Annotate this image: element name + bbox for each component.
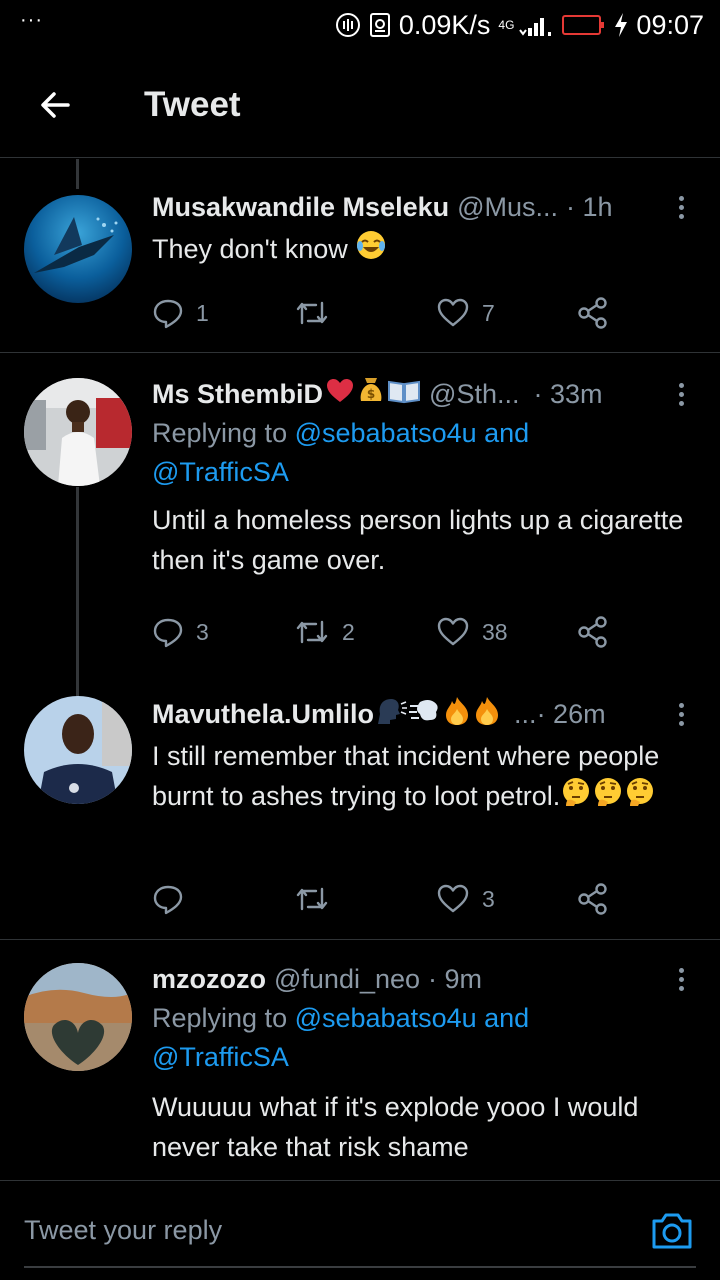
signal-icon <box>518 12 554 38</box>
reply-icon <box>153 299 183 329</box>
like-count: 38 <box>482 618 508 645</box>
reply-compose-bar: Tweet your reply <box>0 1180 720 1280</box>
dashing-away-icon <box>408 696 442 733</box>
retweet-button[interactable] <box>294 883 342 915</box>
author-handle: @Sth... <box>429 378 520 409</box>
avatar[interactable] <box>24 195 132 303</box>
charging-icon <box>614 12 628 38</box>
gesture-bar <box>24 1266 696 1268</box>
author-handle: @Mus... <box>457 191 559 222</box>
like-button[interactable]: 38 <box>436 616 508 648</box>
replying-to: Replying to @sebabatso4u and @TrafficSA <box>152 999 696 1077</box>
reply-icon <box>153 885 183 915</box>
face-with-tears-of-joy-icon <box>355 229 387 272</box>
mention-and: and <box>476 418 530 448</box>
mention-link[interactable]: @sebabatso4u <box>295 1003 477 1033</box>
more-options-button[interactable] <box>666 963 696 995</box>
share-icon <box>578 297 607 329</box>
red-heart-icon <box>325 376 355 413</box>
notification-dots: ··· <box>20 8 43 31</box>
tweet-time: · 9m <box>428 963 483 994</box>
avatar[interactable] <box>24 378 132 486</box>
reply-button[interactable]: 1 <box>152 297 209 329</box>
reply-feed: Musakwandile Mseleku @Mus... · 1h They d… <box>0 159 720 1179</box>
like-button[interactable]: 7 <box>436 297 495 329</box>
thinking-face-icon <box>624 776 656 819</box>
reply-count: 3 <box>196 618 209 645</box>
mention-link[interactable]: @sebabatso4u <box>295 418 477 448</box>
screenshot-icon <box>369 12 391 38</box>
retweet-button[interactable]: 2 <box>294 616 355 648</box>
clock: 09:07 <box>636 9 704 40</box>
tweet-text: They don't know <box>152 234 356 264</box>
reply-input[interactable]: Tweet your reply <box>24 1201 648 1261</box>
replying-to-label: Replying to <box>152 1003 295 1033</box>
page-title: Tweet <box>144 84 241 124</box>
retweet-icon <box>296 301 328 325</box>
thinking-face-icon <box>592 776 624 819</box>
retweet-icon <box>296 620 328 644</box>
mention-link[interactable]: @TrafficSA <box>152 1042 289 1072</box>
reply-button[interactable]: 3 <box>152 616 209 648</box>
network-speed: 0.09K/s <box>398 9 491 40</box>
author-name[interactable]: Ms SthembiD <box>152 379 323 410</box>
like-count: 7 <box>482 299 495 326</box>
thinking-face-icon <box>560 776 592 819</box>
author-name[interactable]: Mavuthela.Umlilo <box>152 699 374 730</box>
heart-icon <box>437 298 469 327</box>
battery-icon <box>562 13 606 37</box>
avatar[interactable] <box>24 963 132 1071</box>
author-handle: ... <box>514 698 537 729</box>
tweet-time: · 33m <box>533 378 603 409</box>
share-icon <box>578 883 607 915</box>
speaking-head-icon <box>374 696 408 733</box>
camera-button[interactable] <box>648 1207 696 1255</box>
tweet-text: Until a homeless person lights up a ciga… <box>152 505 684 575</box>
mention-link[interactable]: @TrafficSA <box>152 457 289 487</box>
retweet-icon <box>296 887 328 911</box>
more-options-button[interactable] <box>666 378 696 410</box>
reply-button[interactable] <box>152 883 196 915</box>
arrow-left-icon <box>41 91 70 118</box>
money-bag-icon: $ <box>355 375 387 414</box>
back-button[interactable] <box>26 75 86 135</box>
status-bar: ··· 0.09K/s 4G 09:07 <box>0 0 720 50</box>
more-options-button[interactable] <box>666 698 696 730</box>
mention-and: and <box>476 1003 530 1033</box>
open-book-icon <box>387 376 421 413</box>
author-handle: @fundi_neo <box>274 963 421 994</box>
like-count: 3 <box>482 885 495 912</box>
heart-icon <box>437 884 469 913</box>
reply-count: 1 <box>196 299 209 326</box>
share-button[interactable] <box>576 296 610 330</box>
tweet-time: · 26m <box>536 698 606 729</box>
reply-icon <box>153 618 183 648</box>
replying-to: Replying to @sebabatso4u and @TrafficSA <box>152 414 696 492</box>
author-name[interactable]: Musakwandile Mseleku <box>152 192 449 223</box>
camera-icon <box>652 1213 692 1248</box>
share-button[interactable] <box>576 615 610 649</box>
tweet[interactable]: Musakwandile Mseleku @Mus... · 1h They d… <box>0 159 720 353</box>
tweet-text: Wuuuuu what if it's explode yooo I would… <box>152 1092 639 1162</box>
svg-text:$: $ <box>367 387 375 401</box>
share-button[interactable] <box>576 882 610 916</box>
tweet[interactable]: Ms SthembiD $ @Sth... · 33m Replying to … <box>0 354 720 674</box>
fire-icon <box>472 695 502 734</box>
network-type: 4G <box>498 18 515 32</box>
fire-icon <box>442 695 472 734</box>
tweet[interactable]: mzozozo @fundi_neo · 9m Replying to @seb… <box>0 941 720 1179</box>
avatar[interactable] <box>24 696 132 804</box>
top-bar: Tweet <box>0 52 720 158</box>
retweet-button[interactable] <box>294 297 342 329</box>
share-icon <box>578 616 607 648</box>
author-name[interactable]: mzozozo <box>152 964 266 995</box>
tweet[interactable]: Mavuthela.Umlilo ... · 26m I still remem… <box>0 674 720 940</box>
retweet-count: 2 <box>342 618 355 645</box>
tweet-time: · 1h <box>566 191 613 222</box>
heart-icon <box>437 617 469 646</box>
more-options-button[interactable] <box>666 191 696 223</box>
vibrate-icon <box>335 12 361 38</box>
replying-to-label: Replying to <box>152 418 295 448</box>
like-button[interactable]: 3 <box>436 883 495 915</box>
